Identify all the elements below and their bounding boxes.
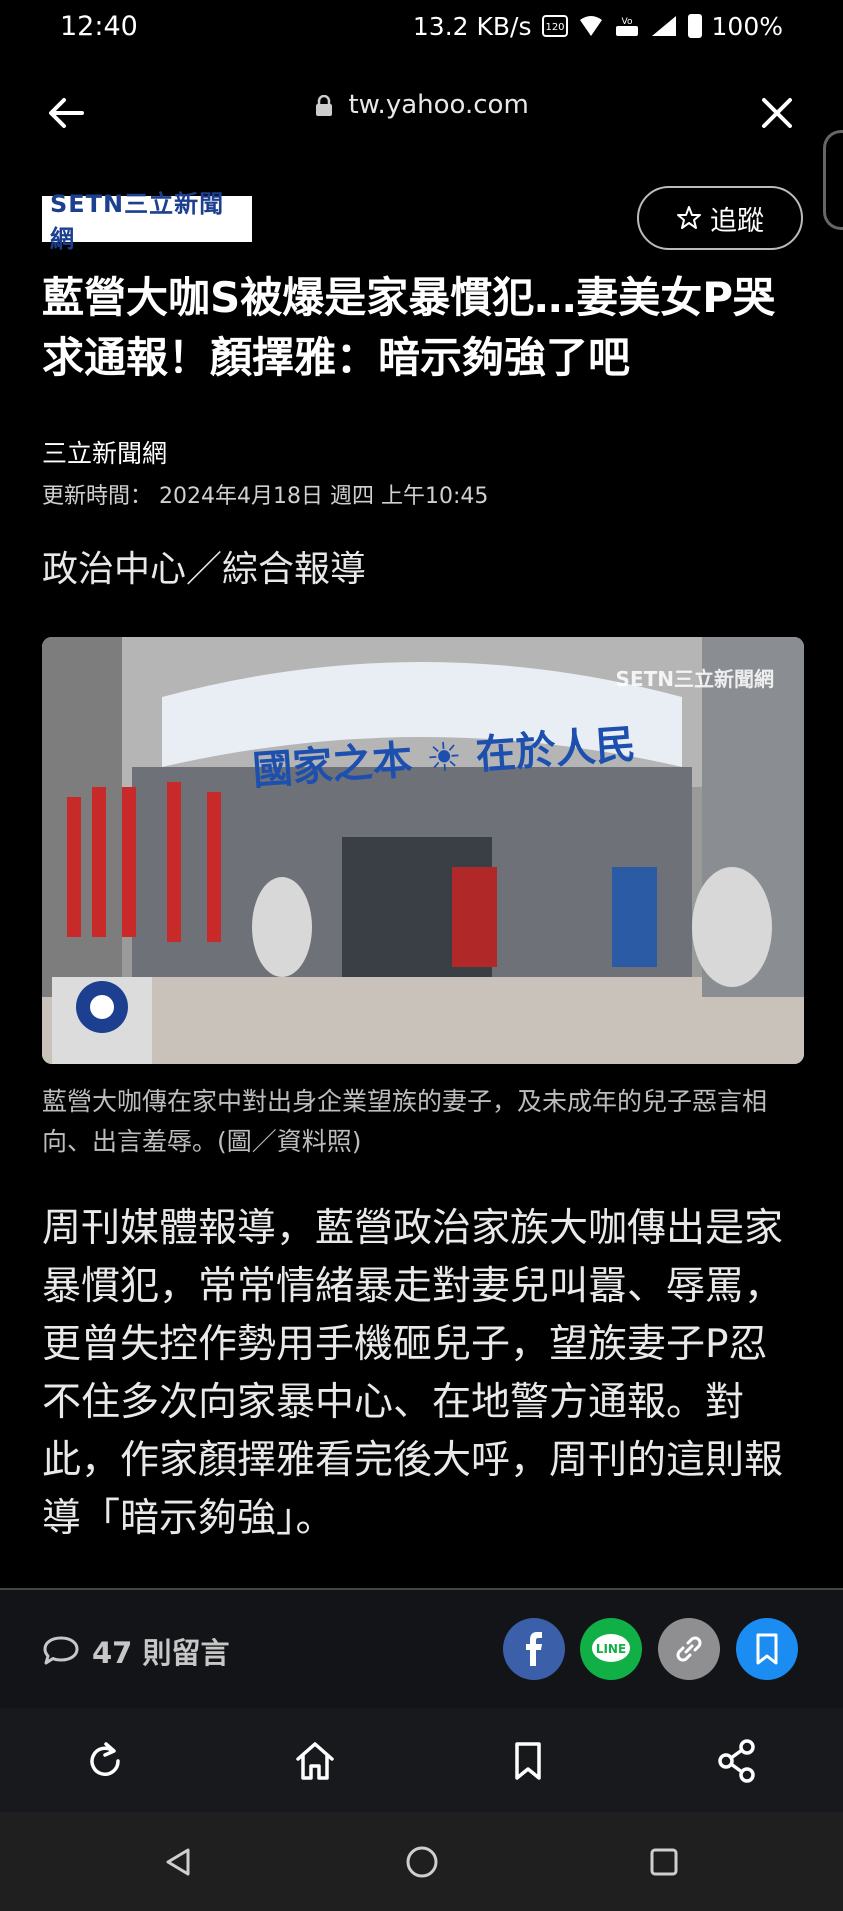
line-share-button[interactable]: LINE bbox=[580, 1618, 642, 1680]
save-article-button[interactable] bbox=[736, 1618, 798, 1680]
browser-toolbar bbox=[0, 1708, 843, 1812]
battery-level: 100% bbox=[711, 11, 783, 41]
svg-text:120: 120 bbox=[545, 22, 564, 33]
article-source: 三立新聞網 bbox=[42, 439, 168, 468]
copy-link-button[interactable] bbox=[658, 1618, 720, 1680]
facebook-icon bbox=[526, 1632, 542, 1666]
hz-120-icon: 120 bbox=[541, 15, 568, 37]
svg-text:LINE: LINE bbox=[596, 1642, 626, 1656]
home-circle-icon[interactable] bbox=[402, 1842, 442, 1882]
comment-bubble-icon bbox=[43, 1636, 79, 1665]
publisher-logo[interactable]: SETN三立新聞網 bbox=[42, 190, 252, 253]
star-icon bbox=[677, 206, 701, 229]
follow-button[interactable]: 追蹤 bbox=[637, 186, 803, 250]
close-icon[interactable] bbox=[752, 88, 802, 138]
comment-share-bar: 47 則留言 LINE bbox=[0, 1590, 843, 1708]
edge-panel-handle[interactable] bbox=[823, 130, 843, 230]
network-speed: 13.2 KB/s bbox=[412, 11, 532, 41]
comments-label: 47 則留言 bbox=[92, 1636, 230, 1670]
browser-url-bar: tw.yahoo.com bbox=[0, 60, 843, 170]
lock-icon bbox=[316, 94, 333, 116]
back-triangle-icon[interactable] bbox=[158, 1842, 198, 1882]
facebook-share-button[interactable] bbox=[503, 1618, 565, 1680]
comments-button[interactable]: 47 則留言 bbox=[42, 1630, 229, 1672]
bookmark-icon bbox=[756, 1633, 778, 1665]
volte-icon: Vo bbox=[615, 17, 638, 36]
article-department: 政治中心／綜合報導 bbox=[42, 549, 367, 590]
status-indicators: 13.2 KB/s 120 Vo 100% bbox=[413, 12, 783, 41]
signal-icon bbox=[651, 16, 676, 36]
wifi-icon bbox=[579, 16, 602, 36]
article-headline: 藍營大咖S被爆是家暴慣犯…妻美女P哭求通報！顏擇雅：暗示夠強了吧 bbox=[42, 273, 776, 382]
line-icon: LINE bbox=[592, 1634, 630, 1662]
android-nav-bar bbox=[0, 1812, 843, 1911]
building-photo-illustration bbox=[42, 637, 804, 1064]
article-body: 周刊媒體報導，藍營政治家族大咖傳出是家暴慣犯，常常情緒暴走對妻兒叫囂、辱罵，更曾… bbox=[42, 1206, 784, 1541]
home-icon[interactable] bbox=[290, 1736, 340, 1786]
svg-text:Vo: Vo bbox=[621, 17, 632, 27]
url-display[interactable]: tw.yahoo.com bbox=[0, 90, 843, 120]
recents-square-icon[interactable] bbox=[644, 1842, 684, 1882]
article-photo[interactable]: 國家之本 ☀ 在於人民 SETN三立新聞網 bbox=[42, 637, 804, 1064]
status-bar: 12:40 13.2 KB/s 120 Vo 100% bbox=[0, 0, 843, 52]
url-text: tw.yahoo.com bbox=[348, 90, 529, 120]
link-icon bbox=[676, 1636, 702, 1662]
photo-watermark: SETN三立新聞網 bbox=[615, 667, 774, 691]
reload-icon[interactable] bbox=[80, 1736, 130, 1786]
status-time: 12:40 bbox=[60, 10, 138, 42]
publisher-logo-text: SETN三立新聞網 bbox=[50, 190, 225, 253]
article-updated-time: 更新時間： 2024年4月18日 週四 上午10:45 bbox=[42, 484, 489, 509]
photo-caption: 藍營大咖傳在家中對出身企業望族的妻子，及未成年的兒子惡言相向、出言羞辱。(圖／資… bbox=[42, 1087, 768, 1156]
battery-icon bbox=[687, 14, 702, 38]
bookmark-icon[interactable] bbox=[503, 1736, 553, 1786]
follow-label: 追蹤 bbox=[710, 205, 764, 237]
share-icon[interactable] bbox=[712, 1736, 762, 1786]
